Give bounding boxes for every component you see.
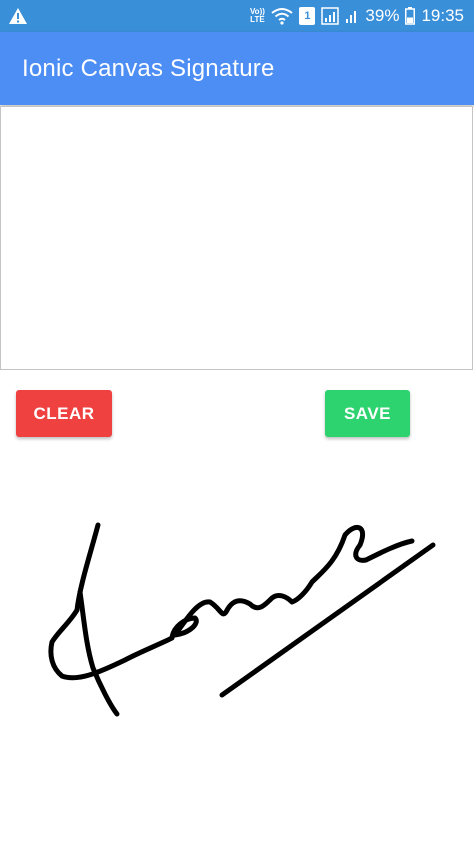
battery-percent: 39% xyxy=(365,6,400,25)
status-indicators: Vo)) LTE 1 39% 19:35 xyxy=(249,0,464,32)
battery-icon xyxy=(405,7,416,25)
signal-icon xyxy=(321,7,340,25)
status-bar: Vo)) LTE 1 39% 19:35 xyxy=(0,0,474,32)
saved-signature-image xyxy=(48,522,436,717)
volte-indicator: Vo)) LTE xyxy=(249,8,265,24)
clear-button[interactable]: CLEAR xyxy=(16,390,112,437)
page-title: Ionic Canvas Signature xyxy=(22,55,275,82)
lte-label: LTE xyxy=(250,15,265,24)
warning-icon xyxy=(9,8,27,24)
signature-pad-canvas[interactable] xyxy=(0,106,473,370)
clock: 19:35 xyxy=(421,6,464,25)
signal-bars-icon xyxy=(346,11,357,23)
app-header: Ionic Canvas Signature xyxy=(0,32,474,105)
save-button[interactable]: SAVE xyxy=(325,390,410,437)
wifi-icon xyxy=(271,8,294,25)
sim-slot-indicator: 1 xyxy=(299,7,316,25)
signature-stroke-loop xyxy=(77,589,120,717)
